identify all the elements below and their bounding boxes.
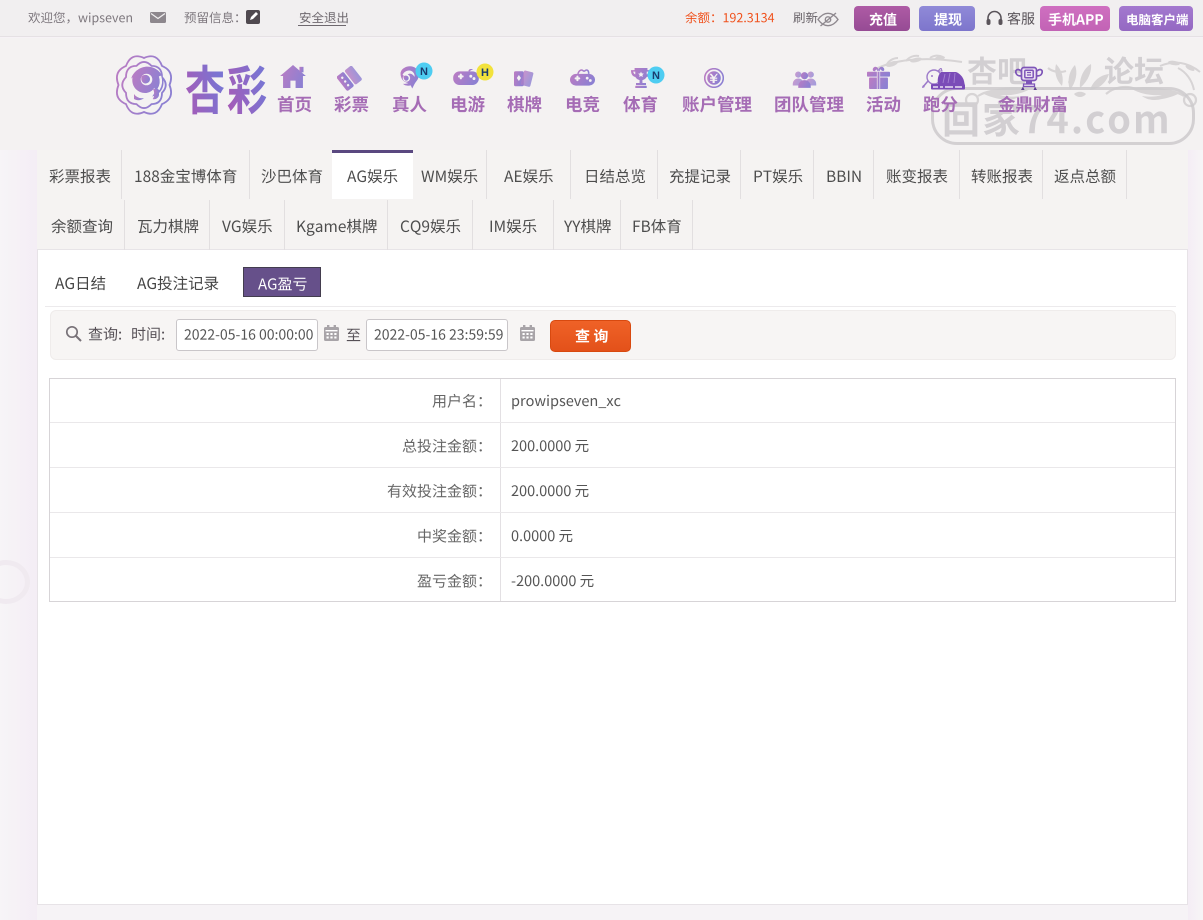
svg-text:H: H bbox=[481, 66, 489, 78]
svg-text:N: N bbox=[420, 65, 428, 77]
svg-text:N: N bbox=[652, 70, 660, 82]
